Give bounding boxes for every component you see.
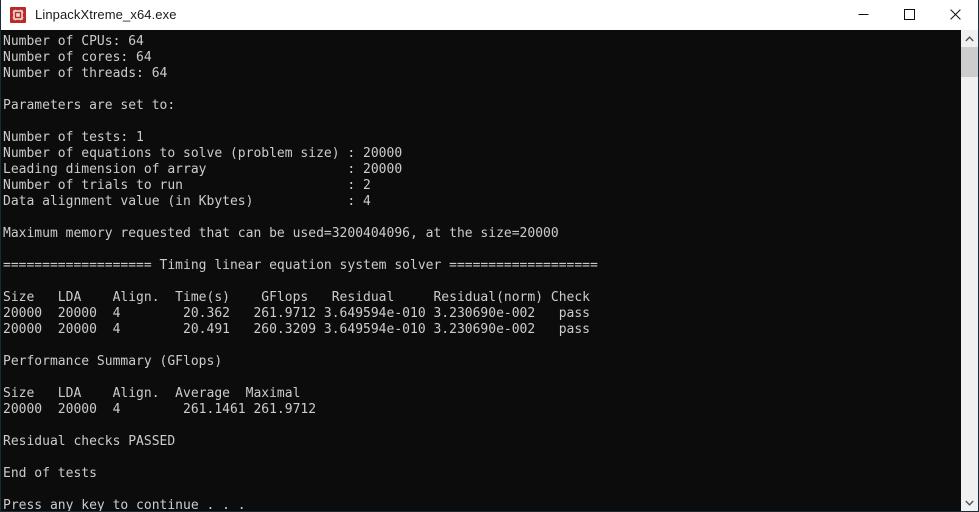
console-output[interactable]: Number of CPUs: 64 Number of cores: 64 Num… [1, 30, 960, 511]
console-line: 20000 20000 4 20.491 260.3209 3.649594e-… [3, 322, 590, 337]
chevron-up-icon [965, 35, 974, 41]
chevron-down-icon [965, 500, 974, 506]
console-line: Size LDA Align. Time(s) GFlops Residual … [3, 290, 590, 305]
console-line: =================== Timing linear equati… [3, 258, 598, 273]
vertical-scrollbar[interactable] [960, 30, 978, 511]
console-line: Number of CPUs: 64 [3, 34, 144, 49]
console-body: Number of CPUs: 64 Number of cores: 64 Num… [1, 30, 978, 511]
console-line: Leading dimension of array : 20000 [3, 162, 403, 177]
maximize-button[interactable] [886, 0, 932, 29]
console-line: Number of tests: 1 [3, 130, 144, 145]
minimize-button[interactable] [840, 0, 886, 29]
application-window: LinpackXtreme_x64.exe Number of CPUs: 64… [0, 0, 979, 512]
minimize-icon [858, 14, 868, 15]
console-line: Number of threads: 64 [3, 66, 168, 81]
console-line: 20000 20000 4 261.1461 261.9712 [3, 402, 317, 417]
scroll-down-button[interactable] [961, 494, 978, 511]
title-bar[interactable]: LinpackXtreme_x64.exe [1, 0, 978, 30]
scroll-up-button[interactable] [961, 30, 978, 47]
console-line: Number of equations to solve (problem si… [3, 146, 403, 161]
scrollbar-thumb[interactable] [961, 47, 978, 77]
console-line: Parameters are set to: [3, 98, 176, 113]
console-line: Data alignment value (in Kbytes) : 4 [3, 194, 371, 209]
console-line: Press any key to continue . . . [3, 498, 246, 511]
console-line: Size LDA Align. Average Maximal [3, 386, 301, 401]
console-line: 20000 20000 4 20.362 261.9712 3.649594e-… [3, 306, 590, 321]
console-line: Number of trials to run : 2 [3, 178, 371, 193]
app-icon-glyph [12, 9, 24, 20]
console-line: Number of cores: 64 [3, 50, 152, 65]
maximize-icon [903, 9, 915, 20]
console-line: Performance Summary (GFlops) [3, 354, 223, 369]
scrollbar-track[interactable] [961, 47, 978, 494]
console-line: Residual checks PASSED [3, 434, 176, 449]
console-line: Maximum memory requested that can be use… [3, 226, 559, 241]
console-line: End of tests [3, 466, 97, 481]
close-button[interactable] [932, 0, 978, 29]
window-title: LinpackXtreme_x64.exe [35, 7, 177, 22]
window-controls [840, 0, 978, 29]
close-icon [949, 9, 961, 20]
linpack-app-icon [10, 6, 26, 23]
